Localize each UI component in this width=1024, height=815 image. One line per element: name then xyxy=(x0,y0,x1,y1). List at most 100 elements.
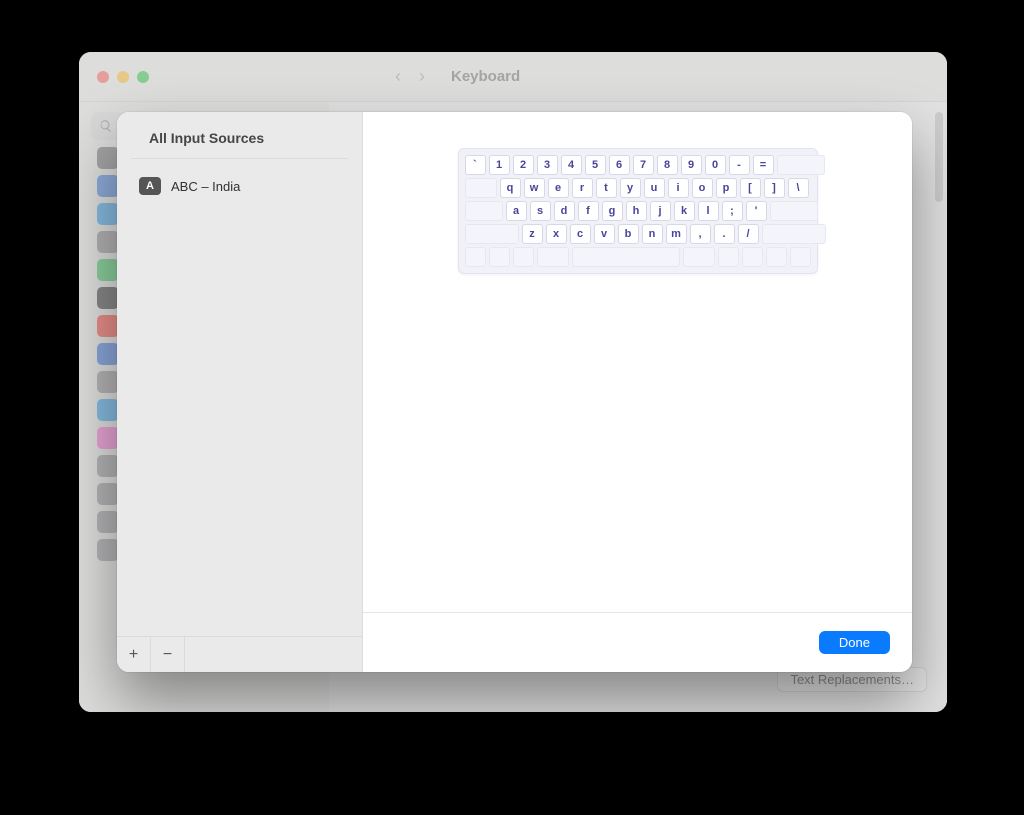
key: [ xyxy=(740,178,761,198)
key-blank xyxy=(465,178,497,198)
key: o xyxy=(692,178,713,198)
sidebar-item-icon xyxy=(97,427,119,449)
key: y xyxy=(620,178,641,198)
add-source-button[interactable]: + xyxy=(117,637,151,672)
key: . xyxy=(714,224,735,244)
key: x xyxy=(546,224,567,244)
key: v xyxy=(594,224,615,244)
sheet-footer: Done xyxy=(363,612,912,672)
key-blank xyxy=(465,247,486,267)
sheet-sidebar-footer: + − xyxy=(117,636,362,672)
key: u xyxy=(644,178,665,198)
key: - xyxy=(729,155,750,175)
sidebar-item-icon xyxy=(97,343,119,365)
key-blank xyxy=(790,247,811,267)
key: 6 xyxy=(609,155,630,175)
zoom-icon[interactable] xyxy=(137,71,149,83)
key-blank xyxy=(513,247,534,267)
key: c xyxy=(570,224,591,244)
key-blank xyxy=(572,247,680,267)
key: r xyxy=(572,178,593,198)
sidebar-item-icon xyxy=(97,511,119,533)
close-icon[interactable] xyxy=(97,71,109,83)
key: q xyxy=(500,178,521,198)
input-source-name: ABC – India xyxy=(171,179,240,194)
key-blank xyxy=(683,247,715,267)
key-blank xyxy=(718,247,739,267)
page-title: Keyboard xyxy=(451,68,520,85)
key-blank xyxy=(465,224,519,244)
sidebar-item-icon xyxy=(97,259,119,281)
keyboard-preview: `1234567890-= qwertyuiop[]\ asdfghjkl;' … xyxy=(458,148,818,274)
key: z xyxy=(522,224,543,244)
key: = xyxy=(753,155,774,175)
key: p xyxy=(716,178,737,198)
sidebar-item-icon xyxy=(97,175,119,197)
key: 0 xyxy=(705,155,726,175)
sidebar-item-icon xyxy=(97,203,119,225)
key: i xyxy=(668,178,689,198)
sidebar-item-icon xyxy=(97,455,119,477)
sidebar-item-icon xyxy=(97,315,119,337)
key: w xyxy=(524,178,545,198)
minimize-icon[interactable] xyxy=(117,71,129,83)
sidebar-item-icon xyxy=(97,371,119,393)
window-controls[interactable] xyxy=(97,71,149,83)
sidebar-item-icon xyxy=(97,287,119,309)
key: h xyxy=(626,201,647,221)
done-button[interactable]: Done xyxy=(819,631,890,654)
key: ; xyxy=(722,201,743,221)
key: m xyxy=(666,224,687,244)
forward-icon[interactable]: › xyxy=(419,66,425,87)
key: 5 xyxy=(585,155,606,175)
key-blank xyxy=(766,247,787,267)
key: e xyxy=(548,178,569,198)
remove-source-button[interactable]: − xyxy=(151,637,185,672)
sheet-content: `1234567890-= qwertyuiop[]\ asdfghjkl;' … xyxy=(363,112,912,672)
sidebar-item-icon xyxy=(97,483,119,505)
key: / xyxy=(738,224,759,244)
titlebar: ‹ › Keyboard xyxy=(79,52,947,102)
key: n xyxy=(642,224,663,244)
key: b xyxy=(618,224,639,244)
key: 9 xyxy=(681,155,702,175)
input-sources-sidebar: All Input Sources A ABC – India + − xyxy=(117,112,363,672)
sidebar-item-icon xyxy=(97,539,119,561)
key: 4 xyxy=(561,155,582,175)
key-blank xyxy=(770,201,818,221)
key-blank xyxy=(537,247,569,267)
key-blank xyxy=(742,247,763,267)
key: g xyxy=(602,201,623,221)
input-source-badge: A xyxy=(139,177,161,195)
key-blank xyxy=(489,247,510,267)
back-icon[interactable]: ‹ xyxy=(395,66,401,87)
search-icon xyxy=(99,119,113,133)
key: 1 xyxy=(489,155,510,175)
key: k xyxy=(674,201,695,221)
key: f xyxy=(578,201,599,221)
key: 3 xyxy=(537,155,558,175)
sheet-title: All Input Sources xyxy=(131,112,348,159)
input-sources-sheet: All Input Sources A ABC – India + − `1234… xyxy=(117,112,912,672)
input-source-item[interactable]: A ABC – India xyxy=(135,173,344,199)
key: 7 xyxy=(633,155,654,175)
nav-arrows: ‹ › xyxy=(395,66,425,87)
key: 8 xyxy=(657,155,678,175)
key: , xyxy=(690,224,711,244)
sidebar-item-icon xyxy=(97,399,119,421)
sidebar-item-icon xyxy=(97,147,119,169)
key: s xyxy=(530,201,551,221)
key-blank xyxy=(762,224,826,244)
key: ' xyxy=(746,201,767,221)
key: ` xyxy=(465,155,486,175)
sidebar-item-icon xyxy=(97,231,119,253)
key: j xyxy=(650,201,671,221)
key: 2 xyxy=(513,155,534,175)
key: d xyxy=(554,201,575,221)
key-blank xyxy=(465,201,503,221)
key: ] xyxy=(764,178,785,198)
key: l xyxy=(698,201,719,221)
key: t xyxy=(596,178,617,198)
scrollbar[interactable] xyxy=(935,112,943,202)
key-blank xyxy=(777,155,825,175)
